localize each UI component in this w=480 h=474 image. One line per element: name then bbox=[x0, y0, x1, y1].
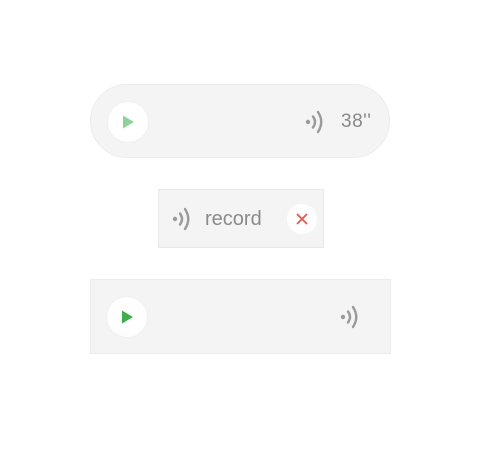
play-icon bbox=[122, 310, 133, 324]
sound-wave-icon bbox=[305, 110, 323, 134]
record-chip[interactable]: record bbox=[158, 189, 324, 248]
record-label: record bbox=[205, 208, 262, 230]
voice-message-rect[interactable] bbox=[90, 279, 391, 354]
cancel-recording-button[interactable] bbox=[287, 204, 317, 234]
sound-wave-icon bbox=[340, 305, 358, 329]
sound-wave-icon bbox=[172, 207, 190, 231]
play-button[interactable] bbox=[107, 297, 147, 337]
play-button[interactable] bbox=[108, 102, 148, 142]
play-icon bbox=[123, 115, 134, 129]
voice-message-pill[interactable]: 38'' bbox=[90, 84, 390, 158]
duration-label: 38'' bbox=[341, 111, 372, 132]
close-icon bbox=[296, 213, 308, 225]
